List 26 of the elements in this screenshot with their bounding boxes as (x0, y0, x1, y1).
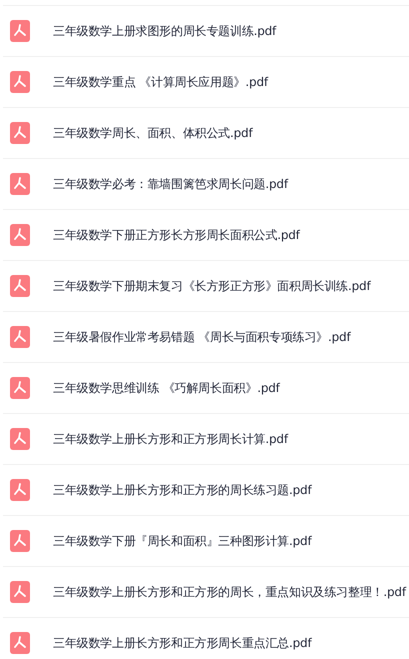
pdf-icon (10, 71, 30, 93)
file-name[interactable]: 三年级数学重点 《计算周长应用题》.pdf (53, 73, 268, 91)
file-name[interactable]: 三年级数学下册正方形长方形周长面积公式.pdf (53, 226, 300, 244)
pdf-icon (10, 632, 30, 654)
file-name[interactable]: 三年级数学上册长方形和正方形的周长，重点知识及练习整理！.pdf (53, 583, 406, 601)
pdf-icon (10, 20, 30, 42)
pdf-icon (10, 173, 30, 195)
file-name[interactable]: 三年级数学思维训练 《巧解周长面积》.pdf (53, 379, 280, 397)
pdf-icon (10, 428, 30, 450)
file-name[interactable]: 三年级数学下册『周长和面积』三种图形计算.pdf (53, 532, 312, 550)
pdf-icon (10, 122, 30, 144)
pdf-icon (10, 275, 30, 297)
pdf-icon (10, 581, 30, 603)
file-name[interactable]: 三年级暑假作业常考易错题 《周长与面积专项练习》.pdf (53, 328, 350, 346)
pdf-icon (10, 479, 30, 501)
file-name[interactable]: 三年级数学下册期末复习《长方形正方形》面积周长训练.pdf (53, 277, 370, 295)
file-name[interactable]: 三年级数学周长、面积、体积公式.pdf (53, 124, 252, 142)
pdf-icon (10, 224, 30, 246)
file-name[interactable]: 三年级数学上册长方形和正方形的周长练习题.pdf (53, 481, 312, 499)
pdf-icon (10, 377, 30, 399)
file-name[interactable]: 三年级数学上册求图形的周长专题训练.pdf (53, 22, 276, 40)
file-name[interactable]: 三年级数学上册长方形和正方形周长重点汇总.pdf (53, 634, 312, 652)
file-name[interactable]: 三年级数学必考：靠墙围篱笆求周长问题.pdf (53, 175, 288, 193)
pdf-icon (10, 326, 30, 348)
pdf-icon (10, 530, 30, 552)
file-name[interactable]: 三年级数学上册长方形和正方形周长计算.pdf (53, 430, 288, 448)
